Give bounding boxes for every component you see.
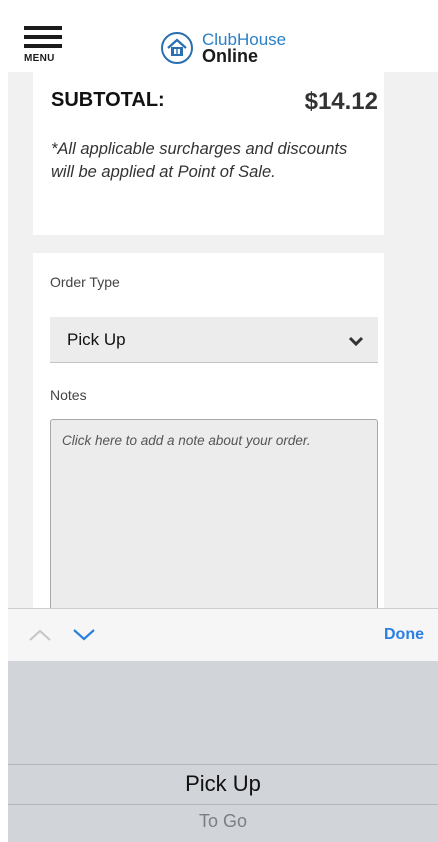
notes-label: Notes bbox=[50, 387, 87, 403]
picker-option-selected[interactable]: Pick Up bbox=[8, 771, 438, 797]
subtotal-label: SUBTOTAL: bbox=[51, 89, 165, 111]
app-header: MENU ClubHouse Online bbox=[8, 10, 438, 72]
order-form-card: Order Type Pick Up Notes Click here to a… bbox=[33, 253, 384, 619]
chevron-down-icon[interactable] bbox=[72, 628, 96, 647]
notes-textarea[interactable]: Click here to add a note about your orde… bbox=[50, 419, 378, 619]
surcharge-note: *All applicable surcharges and discounts… bbox=[51, 140, 348, 181]
order-type-selected-value: Pick Up bbox=[67, 330, 126, 349]
hamburger-icon bbox=[24, 26, 62, 30]
keyboard-accessory-bar: Done bbox=[8, 608, 438, 661]
chevron-up-icon[interactable] bbox=[28, 628, 52, 647]
done-button[interactable]: Done bbox=[384, 626, 424, 644]
subtotal-card: SUBTOTAL: $14.12 *All applicable surchar… bbox=[33, 72, 384, 235]
logo-text-bottom: Online bbox=[202, 46, 259, 66]
house-icon bbox=[161, 32, 193, 64]
order-type-select[interactable]: Pick Up bbox=[50, 317, 378, 363]
chevron-down-icon bbox=[348, 334, 364, 352]
picker-selection-line-top bbox=[8, 764, 438, 765]
notes-placeholder: Click here to add a note about your orde… bbox=[62, 433, 311, 448]
picker-selection-line-bottom bbox=[8, 804, 438, 805]
order-type-label: Order Type bbox=[50, 274, 120, 290]
option-picker-wheel[interactable]: Pick Up To Go bbox=[8, 661, 438, 842]
picker-option[interactable]: To Go bbox=[8, 811, 438, 832]
menu-button[interactable]: MENU bbox=[24, 26, 64, 66]
subtotal-value: $14.12 bbox=[304, 88, 378, 115]
menu-label: MENU bbox=[24, 53, 55, 64]
hamburger-icon-bar bbox=[24, 35, 62, 39]
hamburger-icon-bar bbox=[24, 44, 62, 48]
